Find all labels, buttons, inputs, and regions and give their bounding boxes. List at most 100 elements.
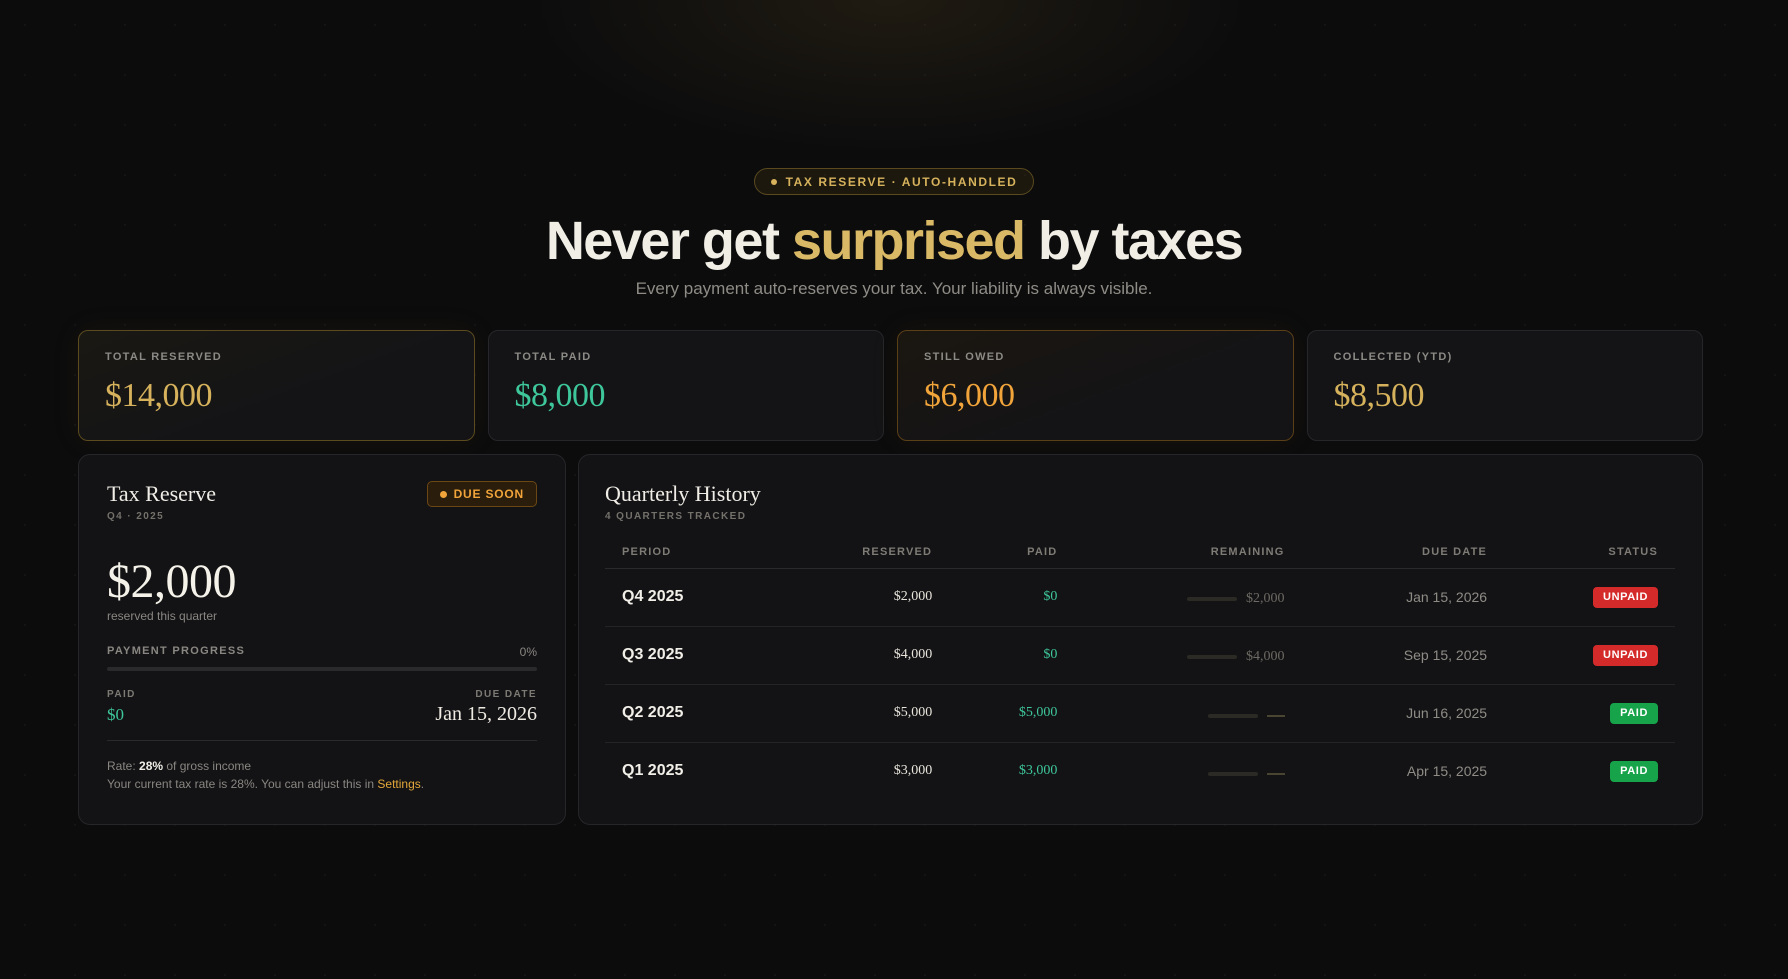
- row-remaining: [1074, 684, 1302, 743]
- rate-info: Rate: 28% of gross income Your current t…: [107, 757, 537, 793]
- progress-label: PAYMENT PROGRESS: [107, 645, 246, 657]
- table-row[interactable]: Q1 2025 $3,000 $3,000 Apr 15, 2025 PAID: [605, 742, 1675, 800]
- row-reserved: $5,000: [769, 684, 950, 743]
- stat-card-total-paid: TOTAL PAID $8,000: [487, 330, 884, 441]
- reserve-subtitle: Q4 · 2025: [107, 511, 165, 522]
- status-badge: UNPAID: [1593, 586, 1658, 608]
- row-due-date: Jun 16, 2025: [1301, 684, 1505, 743]
- reserve-amount: $2,000: [107, 555, 237, 608]
- row-paid: $5,000: [949, 684, 1075, 743]
- headline-accent: surprised: [791, 211, 1026, 271]
- row-remaining: $4,000: [1074, 626, 1302, 685]
- due-date-label: DUE DATE: [475, 689, 537, 700]
- tax-reserve-panel: Tax Reserve Q4 · 2025 DUE SOON $2,000 re…: [78, 454, 566, 825]
- quarterly-history-table: PERIOD RESERVED PAID REMAINING DUE DATE …: [605, 536, 1675, 800]
- quarterly-history-panel: Quarterly History 4 QUARTERS TRACKED PER…: [578, 454, 1703, 825]
- reserve-meta: PAID $0 DUE DATE Jan 15, 2026: [107, 689, 537, 726]
- history-subtitle: 4 QUARTERS TRACKED: [605, 511, 747, 522]
- table-header-row: PERIOD RESERVED PAID REMAINING DUE DATE …: [605, 536, 1675, 569]
- stat-card-still-owed: STILL OWED $6,000: [897, 330, 1294, 441]
- status-badge: PAID: [1610, 702, 1658, 724]
- stat-card-collected-ytd: COLLECTED (YTD) $8,500: [1306, 330, 1703, 441]
- stat-label: STILL OWED: [924, 351, 1005, 363]
- headline-post: by taxes: [1024, 211, 1244, 271]
- column-header-due-date: DUE DATE: [1301, 536, 1505, 569]
- divider: [107, 740, 537, 741]
- rate-value: 28%: [139, 759, 164, 773]
- row-status: PAID: [1504, 684, 1675, 743]
- row-due-date: Apr 15, 2025: [1406, 763, 1488, 780]
- column-header-period: PERIOD: [605, 536, 770, 569]
- rate-note-suffix: .: [420, 777, 425, 791]
- remaining-value: $2,000: [1246, 590, 1285, 606]
- reserve-amount-caption: reserved this quarter: [107, 609, 218, 623]
- stat-cards: TOTAL RESERVED $14,000 TOTAL PAID $8,000…: [78, 330, 1703, 441]
- pill-dot-icon: [770, 178, 777, 185]
- rate-line: Rate: 28% of gross income: [107, 757, 537, 775]
- page-title: Never get surprised by taxes: [0, 209, 1788, 273]
- table-row[interactable]: Q2 2025 $5,000 $5,000 Jun 16, 2025 PAID: [605, 684, 1675, 743]
- rate-suffix: of gross income: [163, 759, 252, 773]
- stat-value: $6,000: [924, 377, 1015, 414]
- due-date-value: Jan 15, 2026: [435, 703, 537, 725]
- stat-value: $14,000: [105, 377, 212, 414]
- stat-label: COLLECTED (YTD): [1333, 351, 1453, 363]
- column-header-status: STATUS: [1504, 536, 1675, 569]
- stat-label: TOTAL PAID: [514, 351, 592, 363]
- row-reserved: $4,000: [769, 626, 950, 685]
- rate-note-text: Your current tax rate is 28%. You can ad…: [107, 777, 378, 791]
- remaining-bar: [1207, 714, 1258, 718]
- row-remaining: [1074, 742, 1301, 800]
- column-header-remaining: REMAINING: [1074, 536, 1302, 569]
- due-date-block: DUE DATE Jan 15, 2026: [435, 689, 537, 726]
- remaining-value: $4,000: [1246, 648, 1285, 664]
- row-period: Q3 2025: [605, 626, 770, 685]
- history-title: Quarterly History: [605, 481, 761, 506]
- row-reserved: $2,000: [769, 568, 950, 627]
- page-subtitle: Every payment auto-reserves your tax. Yo…: [635, 279, 1153, 298]
- paid-block: PAID $0: [107, 689, 136, 726]
- row-due-date: Jan 15, 2026: [1301, 568, 1505, 627]
- stat-value: $8,500: [1333, 377, 1425, 414]
- row-paid: $3,000: [1018, 763, 1058, 779]
- row-period: Q4 2025: [605, 568, 770, 627]
- row-paid: $0: [949, 626, 1075, 685]
- row-reserved: $3,000: [893, 763, 933, 779]
- row-due-date: Sep 15, 2025: [1301, 626, 1505, 685]
- column-header-reserved: RESERVED: [769, 536, 950, 569]
- status-badge: PAID: [1610, 760, 1658, 782]
- table-row[interactable]: Q4 2025 $2,000 $0 $2,000 Jan 15, 2026 UN…: [605, 568, 1675, 627]
- pill-label: TAX RESERVE · AUTO-HANDLED: [785, 174, 1018, 189]
- hero-section: TAX RESERVE · AUTO-HANDLED Never get sur…: [0, 168, 1788, 299]
- row-period: Q2 2025: [605, 684, 770, 743]
- settings-link[interactable]: Settings: [377, 777, 420, 791]
- table-row[interactable]: Q3 2025 $4,000 $0 $4,000 Sep 15, 2025 UN…: [605, 626, 1675, 685]
- remaining-bar: [1207, 772, 1258, 777]
- remaining-bar: [1187, 596, 1237, 601]
- status-badge: UNPAID: [1593, 644, 1658, 666]
- badge-dot-icon: [439, 490, 447, 498]
- row-status: PAID: [1504, 742, 1675, 800]
- row-remaining: $2,000: [1074, 568, 1302, 627]
- paid-value: $0: [107, 705, 124, 724]
- stat-card-total-reserved: TOTAL RESERVED $14,000: [78, 330, 475, 441]
- row-period: Q1 2025: [622, 762, 684, 780]
- stat-value: $8,000: [514, 377, 606, 414]
- headline-pre: Never get: [545, 211, 792, 271]
- remaining-dash: [1266, 773, 1285, 776]
- remaining-dash: [1266, 715, 1285, 717]
- rate-prefix: Rate:: [107, 759, 140, 773]
- rate-note: Your current tax rate is 28%. You can ad…: [107, 775, 537, 793]
- paid-label: PAID: [107, 689, 136, 700]
- row-paid: $0: [949, 568, 1075, 627]
- progress-percent: 0%: [519, 645, 537, 659]
- stat-label: TOTAL RESERVED: [105, 351, 223, 363]
- due-soon-badge: DUE SOON: [426, 481, 537, 507]
- payment-progress-header: PAYMENT PROGRESS 0%: [107, 645, 537, 659]
- column-header-paid: PAID: [949, 536, 1075, 569]
- payment-progress-bar: [107, 667, 537, 671]
- due-badge-label: DUE SOON: [453, 487, 524, 501]
- remaining-bar: [1187, 654, 1237, 659]
- tax-reserve-pill: TAX RESERVE · AUTO-HANDLED: [753, 168, 1035, 195]
- row-status: UNPAID: [1504, 568, 1675, 627]
